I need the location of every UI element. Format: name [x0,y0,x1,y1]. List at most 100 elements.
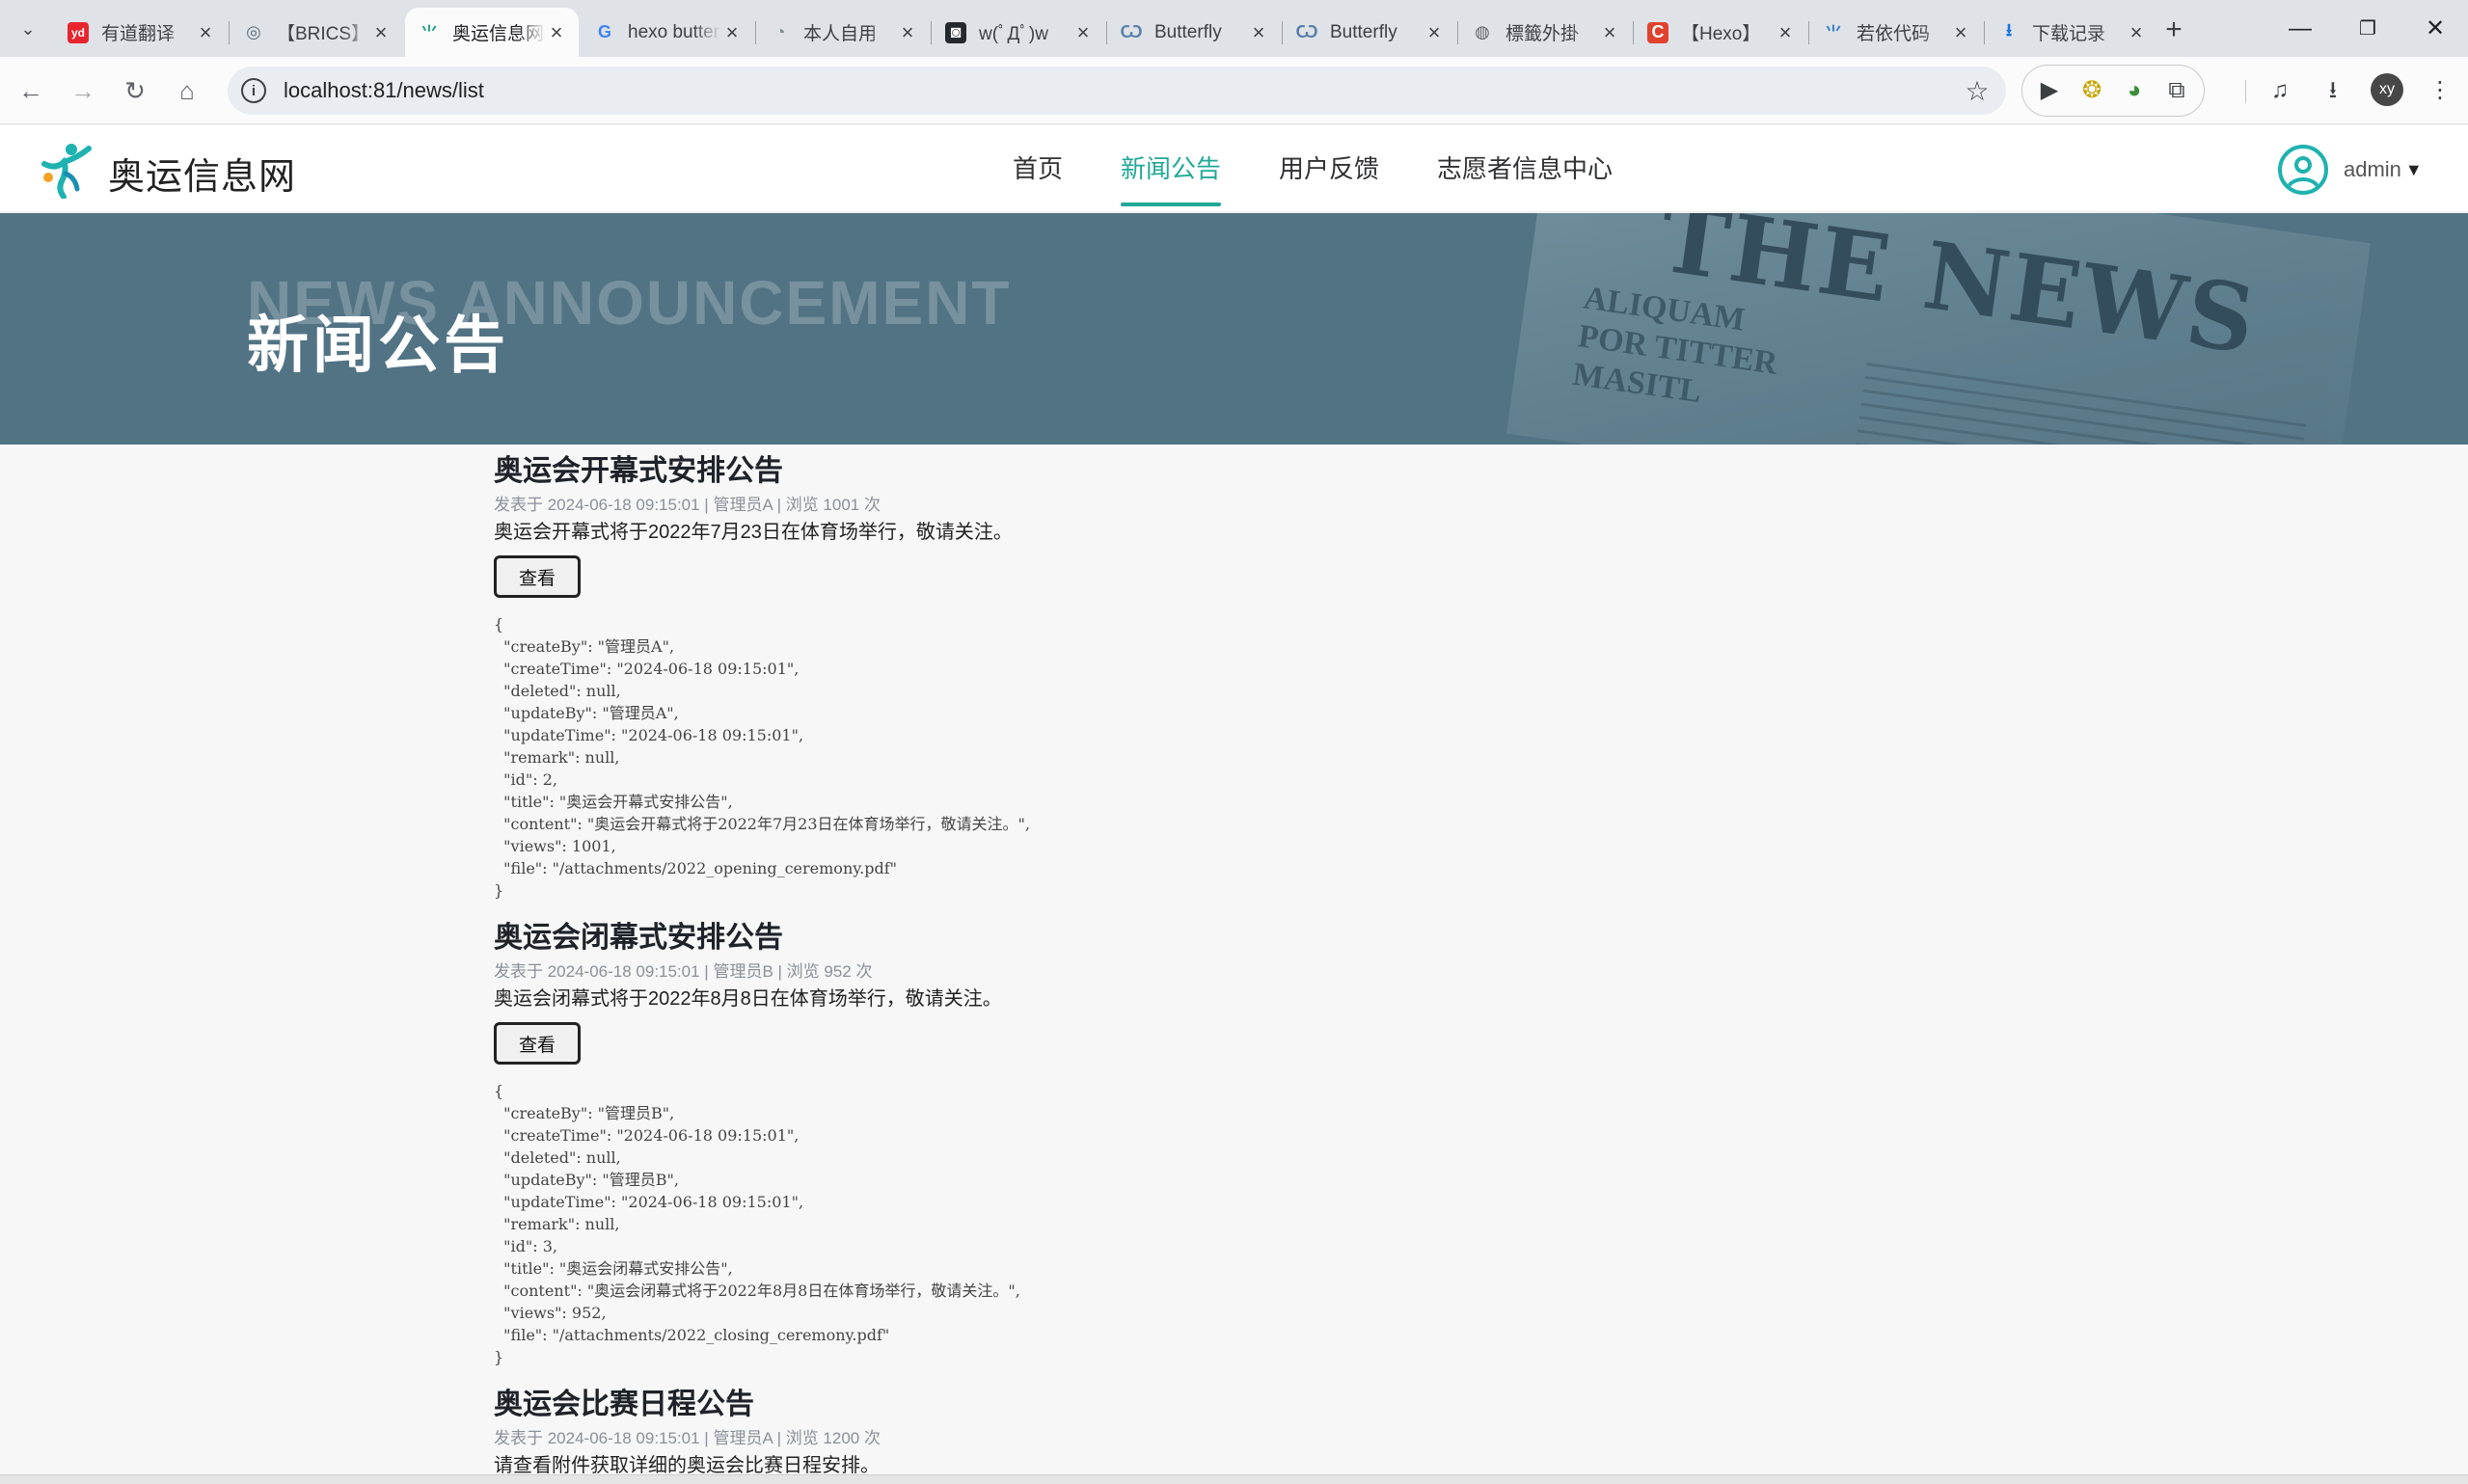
close-tab-icon[interactable]: × [1950,20,1971,45]
browser-tab[interactable]: Ghexo butterfly× [581,8,754,57]
address-bar[interactable]: i localhost:81/news/list ☆ [228,67,2006,115]
extensions-puzzle-icon[interactable]: ⧉ [2160,74,2193,107]
browser-menu-icon[interactable]: ⋮ [2423,73,2457,108]
csdn-icon: C [1647,21,1668,43]
news-meta: 发表于 2024-06-18 09:15:01 | 管理员A | 浏览 1001… [494,496,881,514]
browser-tab[interactable]: ⺌若依代码 × [1809,8,1983,57]
github-icon: ◙ [945,21,966,43]
view-button[interactable]: 查看 [494,1022,581,1065]
close-tab-icon[interactable]: × [1248,20,1269,45]
nav-item[interactable]: 新闻公告 [1121,125,1222,212]
browser-tab-label: 【BRICS】 [277,24,370,44]
news-list: 奥运会开幕式安排公告发表于 2024-06-18 09:15:01 | 管理员A… [494,445,1844,1481]
media-control-icon[interactable]: ♫ [2263,73,2297,108]
user-avatar-icon[interactable] [2278,145,2328,195]
forward-arrow-icon[interactable]: → [66,73,100,108]
browser-tab[interactable]: ◎ 【BRICS】 × [230,8,403,57]
browser-tab[interactable]: ⭳ 下载记录 × [1985,8,2158,57]
page-banner: THE NEWS ALIQUAM POR TITTER MASITL NEWS … [0,213,2468,445]
close-tab-icon[interactable]: × [370,20,392,45]
ruoyi-icon: ⺌ [1825,23,1842,43]
browser-tab-label: w(ﾟДﾟ)w [979,24,1048,44]
browser-toolbar: ← → ↻ ⌂ i localhost:81/news/list ☆ ▶ ❂ ◕… [0,57,2468,124]
banner-title: 新闻公告 [247,310,509,380]
news-summary: 奥运会开幕式将于2022年7月23日在体育场举行，敬请关注。 [494,522,1013,543]
browser-tab-label: 本人自用 [803,24,878,44]
news-title[interactable]: 奥运会闭幕式安排公告 [494,912,1844,960]
close-tab-icon[interactable]: × [2126,20,2147,45]
reload-icon[interactable]: ↻ [118,73,152,108]
nav-item[interactable]: 首页 [1013,125,1063,212]
site-logo-text[interactable]: 奥运信息网 [108,147,296,200]
address-url[interactable]: localhost:81/news/list [284,78,1958,103]
browser-tab[interactable]: C 【Hexo】 × [1634,8,1807,57]
back-arrow-icon[interactable]: ← [14,73,48,108]
browser-tab-label: 下载记录 [2032,24,2106,44]
news-item: 奥运会闭幕式安排公告发表于 2024-06-18 09:15:01 | 管理员B… [494,912,1844,1379]
browser-tab[interactable]: Ѡ Butterfly × [1283,8,1456,57]
browser-tab-label: 奥运信息网 [452,24,545,44]
close-tab-icon[interactable]: × [1775,20,1796,45]
json-debug-output: { "createBy": "管理员A", "createTime": "202… [494,615,1030,900]
news-title[interactable]: 奥运会开幕式安排公告 [494,445,1844,494]
extensions-group: ▶ ❂ ◕ ⧉ [2021,65,2205,117]
news-item: 奥运会开幕式安排公告发表于 2024-06-18 09:15:01 | 管理员A… [494,445,1844,912]
user-name[interactable]: admin [2344,157,2401,182]
caret-down-icon[interactable]: ▼ [2405,160,2423,180]
bookmark-star-icon[interactable]: ☆ [1958,75,1996,107]
browser-tab-label: Butterfly [1330,21,1397,42]
news-item: 奥运会比赛日程公告 发表于 2024-06-18 09:15:01 | 管理员A … [494,1379,1844,1481]
json-debug-output: { "createBy": "管理员B", "createTime": "202… [494,1082,1020,1366]
google-icon: G [597,22,611,41]
close-window-button[interactable]: ✕ [2411,12,2459,46]
brics-icon: ◎ [246,22,261,41]
close-tab-icon[interactable]: × [721,20,743,45]
pikachu-extension-icon[interactable]: ❂ [2075,74,2108,107]
view-button[interactable]: 查看 [494,555,581,598]
close-tab-icon[interactable]: × [195,20,216,45]
olympic-site-icon: ⺌ [420,23,438,43]
close-tab-icon[interactable]: × [1072,20,1094,45]
close-tab-icon[interactable]: × [546,20,567,45]
new-tab-button[interactable]: + [2156,13,2191,48]
youdao-icon: yd [68,21,89,43]
browser-tab[interactable]: ◔ 本人自用 × [756,8,930,57]
browser-tab[interactable]: ⺌奥运信息网 × [405,8,579,57]
olympic-runner-logo-icon[interactable] [39,141,96,199]
status-strip [0,1474,2468,1484]
browser-tab[interactable]: Ѡ Butterfly × [1107,8,1281,57]
globe-icon: ◍ [1475,22,1490,41]
butterfly-icon: Ѡ [1295,22,1318,41]
play-extension-icon[interactable]: ▶ [2033,74,2066,107]
site-info-icon[interactable]: i [241,78,266,103]
butterfly-icon: Ѡ [1120,22,1143,41]
browser-tab-label: 有道翻译 [101,24,176,44]
close-tab-icon[interactable]: × [897,20,918,45]
browser-tab[interactable]: yd 有道翻译 × [54,8,228,57]
user-site-icon: ◔ [774,22,786,41]
minimize-window-button[interactable]: — [2276,12,2324,46]
globe-extension-icon[interactable]: ◕ [2118,74,2151,107]
browser-tab-strip: ⌄ yd有道翻译×◎【BRICS】×⺌奥运信息网×Ghexo butterfly… [0,0,2468,57]
browser-tab[interactable]: ◍ 標籤外掛 × [1458,8,1632,57]
close-tab-icon[interactable]: × [1599,20,1620,45]
restore-window-button[interactable]: ❐ [2344,12,2392,46]
nav-item[interactable]: 志愿者信息中心 [1437,125,1613,212]
news-meta: 发表于 2024-06-18 09:15:01 | 管理员B | 浏览 952 … [494,962,873,981]
browser-tab-label: 【Hexo】 [1681,24,1761,44]
browser-tab-label: hexo butterfly [628,21,721,42]
toolbar-divider [2245,80,2246,103]
downloads-icon[interactable]: ⭳ [2316,73,2350,108]
close-tab-icon[interactable]: × [1424,20,1445,45]
nav-item[interactable]: 用户反馈 [1279,125,1379,212]
news-summary: 奥运会闭幕式将于2022年8月8日在体育场举行，敬请关注。 [494,988,1002,1010]
browser-tab[interactable]: ◙ w(ﾟДﾟ)w × [932,8,1105,57]
home-icon[interactable]: ⌂ [170,73,204,108]
tab-search-chevron-icon[interactable]: ⌄ [14,14,42,43]
main-navigation: 首页 新闻公告 用户反馈 志愿者信息中心 [984,125,1641,212]
news-title[interactable]: 奥运会比赛日程公告 [494,1379,1844,1427]
newspaper-background-image: THE NEWS ALIQUAM POR TITTER MASITL [1505,213,2372,445]
profile-avatar[interactable]: xy [2371,73,2403,106]
user-menu[interactable]: admin ▼ [2278,145,2423,195]
download-icon: ⭳ [2005,19,2013,40]
